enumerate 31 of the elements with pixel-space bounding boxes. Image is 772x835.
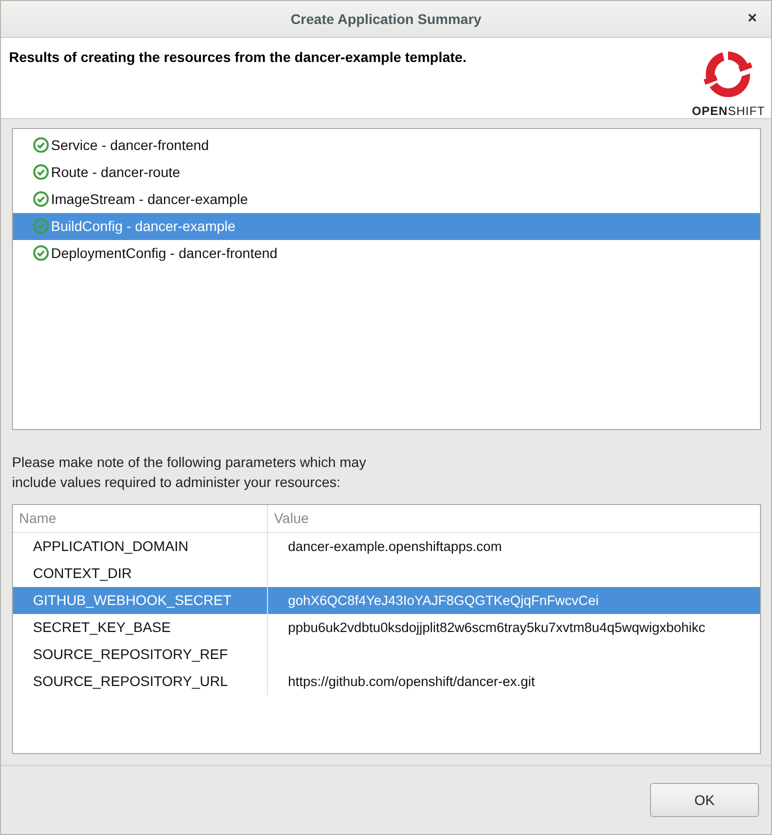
column-header[interactable]: Value: [268, 510, 760, 526]
table-cell: GITHUB_WEBHOOK_SECRET: [33, 592, 232, 608]
check-circle-icon: [33, 245, 49, 262]
note-text: Please make note of the following parameters which may include values required to administer your resources:: [12, 452, 368, 492]
table-cell: APPLICATION_DOMAIN: [33, 538, 188, 554]
table-cell-text: ppbu6uk2vdbtu0ksdojjplit82w6scm6tray5ku7xvtm8u4q5wqwigxbohikc: [287, 620, 706, 636]
logo-text: OPENSHIFT: [692, 104, 765, 118]
table-cell-text: https://github.com/openshift/dancer-ex.git: [287, 674, 535, 690]
table-cell-text: gohX6QC8f4YeJ43IoYAJF8GQGTKeQjqFnFwcvCei: [287, 593, 599, 608]
window-title: Create Application Summary: [290, 10, 482, 27]
table-cell: SECRET_KEY_BASE: [33, 619, 171, 636]
header-message: Results of creating the resources from the dancer-example template.: [9, 48, 466, 67]
table-row[interactable]: SOURCE_REPOSITORY_REF: [13, 640, 760, 668]
ok-button[interactable]: OK: [650, 782, 759, 817]
close-button[interactable]: ×: [748, 10, 757, 28]
check-circle-icon: [33, 218, 49, 234]
table-cell-text: dancer-example.openshiftapps.com: [287, 539, 502, 554]
list-item[interactable]: Service - dancer-frontend: [13, 132, 760, 159]
table-cell: SOURCE_REPOSITORY_URL: [33, 673, 228, 690]
check-circle-icon: [33, 137, 49, 154]
table-row[interactable]: SECRET_KEY_BASE ppbu6uk2vdbtu0ksdojjplit82w6scm6tray5ku7xvtm8u4q5wqwigxbohikc: [13, 614, 760, 641]
column-header[interactable]: Name: [13, 504, 268, 532]
list-item[interactable]: Route - dancer-route: [13, 158, 760, 186]
list-item[interactable]: ImageStream - dancer-example: [13, 186, 760, 213]
check-circle-icon: [33, 191, 49, 208]
table-cell: SOURCE_REPOSITORY_REF: [33, 646, 228, 662]
table-row[interactable]: APPLICATION_DOMAIN dancer-example.openshiftapps.com: [13, 532, 760, 560]
list-item[interactable]: DeploymentConfig - dancer-frontend: [13, 240, 760, 267]
table-row[interactable]: SOURCE_REPOSITORY_URL https://github.com/openshift/dancer-ex.git: [13, 668, 760, 695]
table-cell: CONTEXT_DIR: [33, 565, 132, 582]
check-circle-icon: [33, 164, 49, 180]
